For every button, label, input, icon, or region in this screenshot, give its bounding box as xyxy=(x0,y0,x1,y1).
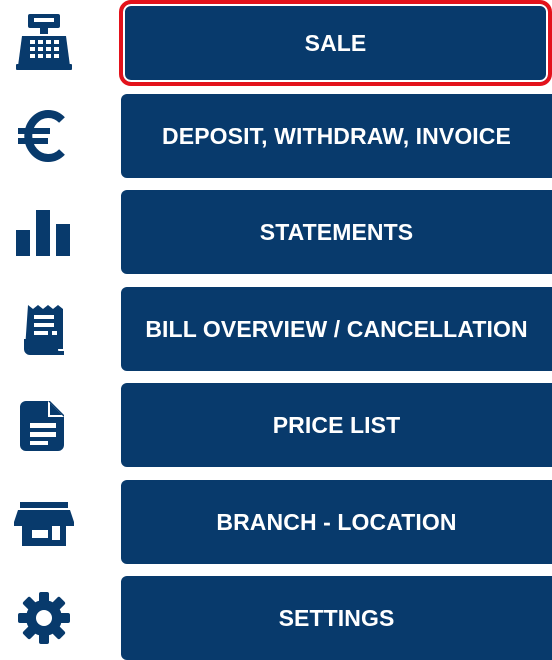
menu-row-sale: SALE xyxy=(0,0,552,86)
menu-row-settings: SETTINGS xyxy=(0,576,552,660)
settings-button-label: SETTINGS xyxy=(278,604,395,631)
bar-chart-icon xyxy=(0,190,88,274)
settings-button[interactable]: SETTINGS xyxy=(121,576,552,660)
bill-overview-button-label: BILL OVERVIEW / CANCELLATION xyxy=(145,315,528,342)
price-list-button[interactable]: PRICE LIST xyxy=(121,383,552,467)
menu-row-branch-location: BRANCH - LOCATION xyxy=(0,480,552,564)
bill-overview-cancellation-button[interactable]: BILL OVERVIEW / CANCELLATION xyxy=(121,287,552,371)
deposit-withdraw-invoice-button[interactable]: DEPOSIT, WITHDRAW, INVOICE xyxy=(121,94,552,178)
deposit-button-label: DEPOSIT, WITHDRAW, INVOICE xyxy=(162,122,511,149)
statements-button[interactable]: STATEMENTS xyxy=(121,190,552,274)
store-icon xyxy=(0,480,88,564)
sale-button[interactable]: SALE xyxy=(119,0,552,86)
menu-row-statements: STATEMENTS xyxy=(0,190,552,274)
price-list-button-label: PRICE LIST xyxy=(272,411,401,438)
menu-row-bill-overview: BILL OVERVIEW / CANCELLATION xyxy=(0,287,552,371)
cash-register-icon xyxy=(0,0,88,84)
sale-button-label: SALE xyxy=(304,29,367,56)
branch-location-button-label: BRANCH - LOCATION xyxy=(216,508,457,535)
branch-location-button[interactable]: BRANCH - LOCATION xyxy=(121,480,552,564)
euro-icon xyxy=(0,94,88,178)
receipt-icon xyxy=(0,287,88,371)
statements-button-label: STATEMENTS xyxy=(259,218,414,245)
menu-row-price-list: PRICE LIST xyxy=(0,383,552,467)
gear-icon xyxy=(0,576,88,660)
main-menu: SALE DEPOSIT, WITHDRAW, INVOICE STATEMEN… xyxy=(0,0,552,660)
menu-row-deposit: DEPOSIT, WITHDRAW, INVOICE xyxy=(0,94,552,178)
document-icon xyxy=(0,383,88,467)
